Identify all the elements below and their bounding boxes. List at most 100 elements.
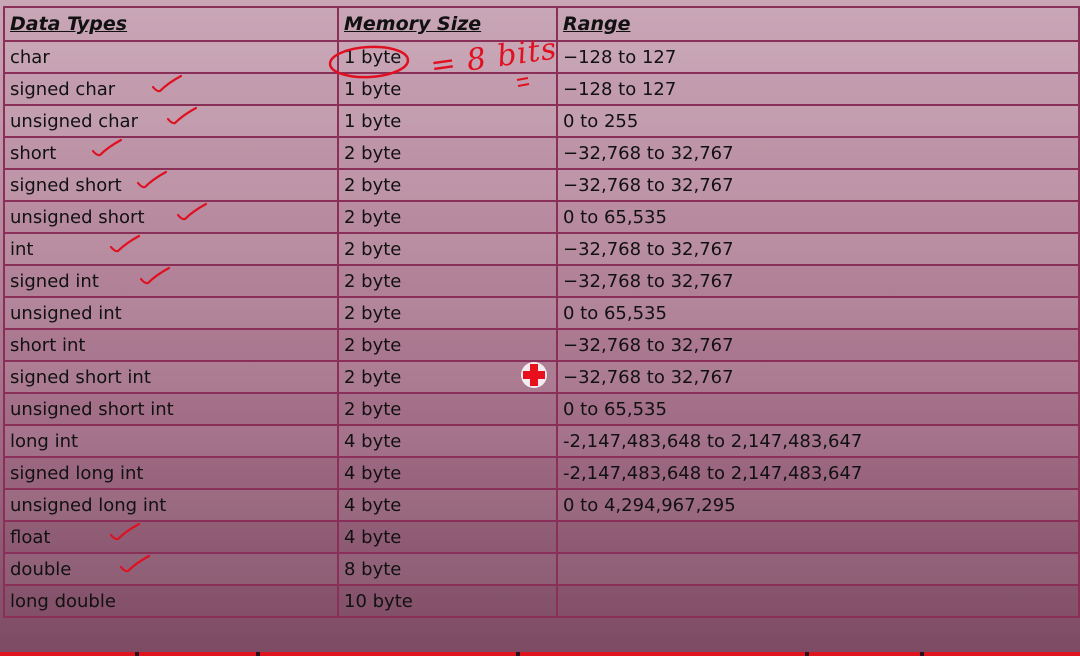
cell-data-type: long int: [3, 424, 339, 458]
cell-data-type: char: [3, 40, 339, 74]
cell-range: [556, 584, 1080, 618]
data-type-label: unsigned short int: [10, 398, 174, 420]
table-row: unsigned char 1 byte 0 to 255: [3, 104, 1080, 138]
cell-data-type: unsigned int: [3, 296, 339, 330]
cell-data-type: unsigned short: [3, 200, 339, 234]
checkmark-icon: [166, 107, 198, 124]
table-row: signed long int 4 byte -2,147,483,648 to 2…: [3, 456, 1080, 490]
checkmark-icon: [151, 75, 183, 92]
cell-data-type: short: [3, 136, 339, 170]
cell-memory-size: 4 byte: [337, 520, 558, 554]
cell-memory-size: 2 byte: [337, 264, 558, 298]
cell-range: -2,147,483,648 to 2,147,483,647: [556, 424, 1080, 458]
cell-data-type: signed int: [3, 264, 339, 298]
checkmark-icon: [119, 555, 151, 572]
cell-data-type: signed short: [3, 168, 339, 202]
data-type-label: unsigned int: [10, 302, 122, 324]
cell-data-type: unsigned short int: [3, 392, 339, 426]
checkmark-icon: [109, 523, 141, 540]
cell-memory-size: 10 byte: [337, 584, 558, 618]
cell-data-type: long double: [3, 584, 339, 618]
bottom-red-bar: [0, 652, 1080, 656]
cell-range: [556, 552, 1080, 586]
cell-memory-size: 2 byte: [337, 296, 558, 330]
checkmark-icon: [176, 203, 208, 220]
data-type-label: signed long int: [10, 462, 144, 484]
checkmark-icon: [91, 139, 123, 156]
cell-memory-size: 2 byte: [337, 200, 558, 234]
cell-data-type: signed long int: [3, 456, 339, 490]
checkmark-icon: [139, 267, 171, 284]
cell-memory-size: 2 byte: [337, 168, 558, 202]
table-row: long double 10 byte: [3, 584, 1080, 618]
cell-memory-size: 4 byte: [337, 488, 558, 522]
cell-memory-size: 8 byte: [337, 552, 558, 586]
data-types-table: Data Types Memory Size Range char 1 byte −…: [3, 6, 1080, 618]
table-row: signed short 2 byte −32,768 to 32,767: [3, 168, 1080, 202]
data-type-label: unsigned char: [10, 110, 138, 132]
data-type-label: double: [10, 558, 72, 580]
cell-memory-size: 4 byte: [337, 424, 558, 458]
table-row: unsigned short 2 byte 0 to 65,535: [3, 200, 1080, 234]
cell-memory-size: 4 byte: [337, 456, 558, 490]
cell-range: 0 to 255: [556, 104, 1080, 138]
cell-range: 0 to 4,294,967,295: [556, 488, 1080, 522]
cell-memory-size: 2 byte: [337, 232, 558, 266]
data-type-label: signed char: [10, 78, 116, 100]
cell-range: −32,768 to 32,767: [556, 328, 1080, 362]
table-row: unsigned int 2 byte 0 to 65,535: [3, 296, 1080, 330]
cell-memory-size: 2 byte: [337, 328, 558, 362]
table-row: unsigned long int 4 byte 0 to 4,294,967,29…: [3, 488, 1080, 522]
checkmark-icon: [136, 171, 168, 188]
cell-range: −32,768 to 32,767: [556, 232, 1080, 266]
cell-range: −32,768 to 32,767: [556, 136, 1080, 170]
cursor-icon: [518, 359, 550, 391]
checkmark-icon: [109, 235, 141, 252]
data-type-label: short int: [10, 334, 86, 356]
cell-range: −32,768 to 32,767: [556, 360, 1080, 394]
table-row: short int 2 byte −32,768 to 32,767: [3, 328, 1080, 362]
cell-data-type: signed short int: [3, 360, 339, 394]
table-row: short 2 byte −32,768 to 32,767: [3, 136, 1080, 170]
cell-range: -2,147,483,648 to 2,147,483,647: [556, 456, 1080, 490]
cell-memory-size: 2 byte: [337, 136, 558, 170]
table-row: long int 4 byte -2,147,483,648 to 2,147,48…: [3, 424, 1080, 458]
data-type-label: unsigned long int: [10, 494, 167, 516]
cell-data-type: int: [3, 232, 339, 266]
table-row: int 2 byte −32,768 to 32,767: [3, 232, 1080, 266]
cell-data-type: unsigned long int: [3, 488, 339, 522]
data-type-label: short: [10, 142, 57, 164]
cell-memory-size: 1 byte: [337, 104, 558, 138]
cell-data-type: unsigned char: [3, 104, 339, 138]
data-type-label: long double: [10, 590, 116, 612]
slide-frame: Data Types Memory Size Range char 1 byte −…: [0, 0, 1080, 656]
cell-range: 0 to 65,535: [556, 392, 1080, 426]
data-type-label: signed short: [10, 174, 122, 196]
cell-range: −32,768 to 32,767: [556, 168, 1080, 202]
cell-range: [556, 520, 1080, 554]
header-range: Range: [556, 6, 1080, 42]
data-type-label: char: [10, 46, 50, 68]
cell-data-type: double: [3, 552, 339, 586]
cell-range: −32,768 to 32,767: [556, 264, 1080, 298]
cell-range: −128 to 127: [556, 40, 1080, 74]
header-data-types: Data Types: [3, 6, 339, 42]
table-row: signed int 2 byte −32,768 to 32,767: [3, 264, 1080, 298]
data-type-label: long int: [10, 430, 79, 452]
data-type-label: int: [10, 238, 34, 260]
data-type-label: signed int: [10, 270, 99, 292]
cell-memory-size: 2 byte: [337, 392, 558, 426]
cell-data-type: signed char: [3, 72, 339, 106]
table-row: double 8 byte: [3, 552, 1080, 586]
data-type-label: float: [10, 526, 51, 548]
cell-data-type: float: [3, 520, 339, 554]
table-row: unsigned short int 2 byte 0 to 65,535: [3, 392, 1080, 426]
cell-range: 0 to 65,535: [556, 296, 1080, 330]
cell-range: 0 to 65,535: [556, 200, 1080, 234]
cell-data-type: short int: [3, 328, 339, 362]
cell-range: −128 to 127: [556, 72, 1080, 106]
data-type-label: unsigned short: [10, 206, 145, 228]
table-row: float 4 byte: [3, 520, 1080, 554]
table-row: signed char 1 byte −128 to 127: [3, 72, 1080, 106]
data-type-label: signed short int: [10, 366, 151, 388]
